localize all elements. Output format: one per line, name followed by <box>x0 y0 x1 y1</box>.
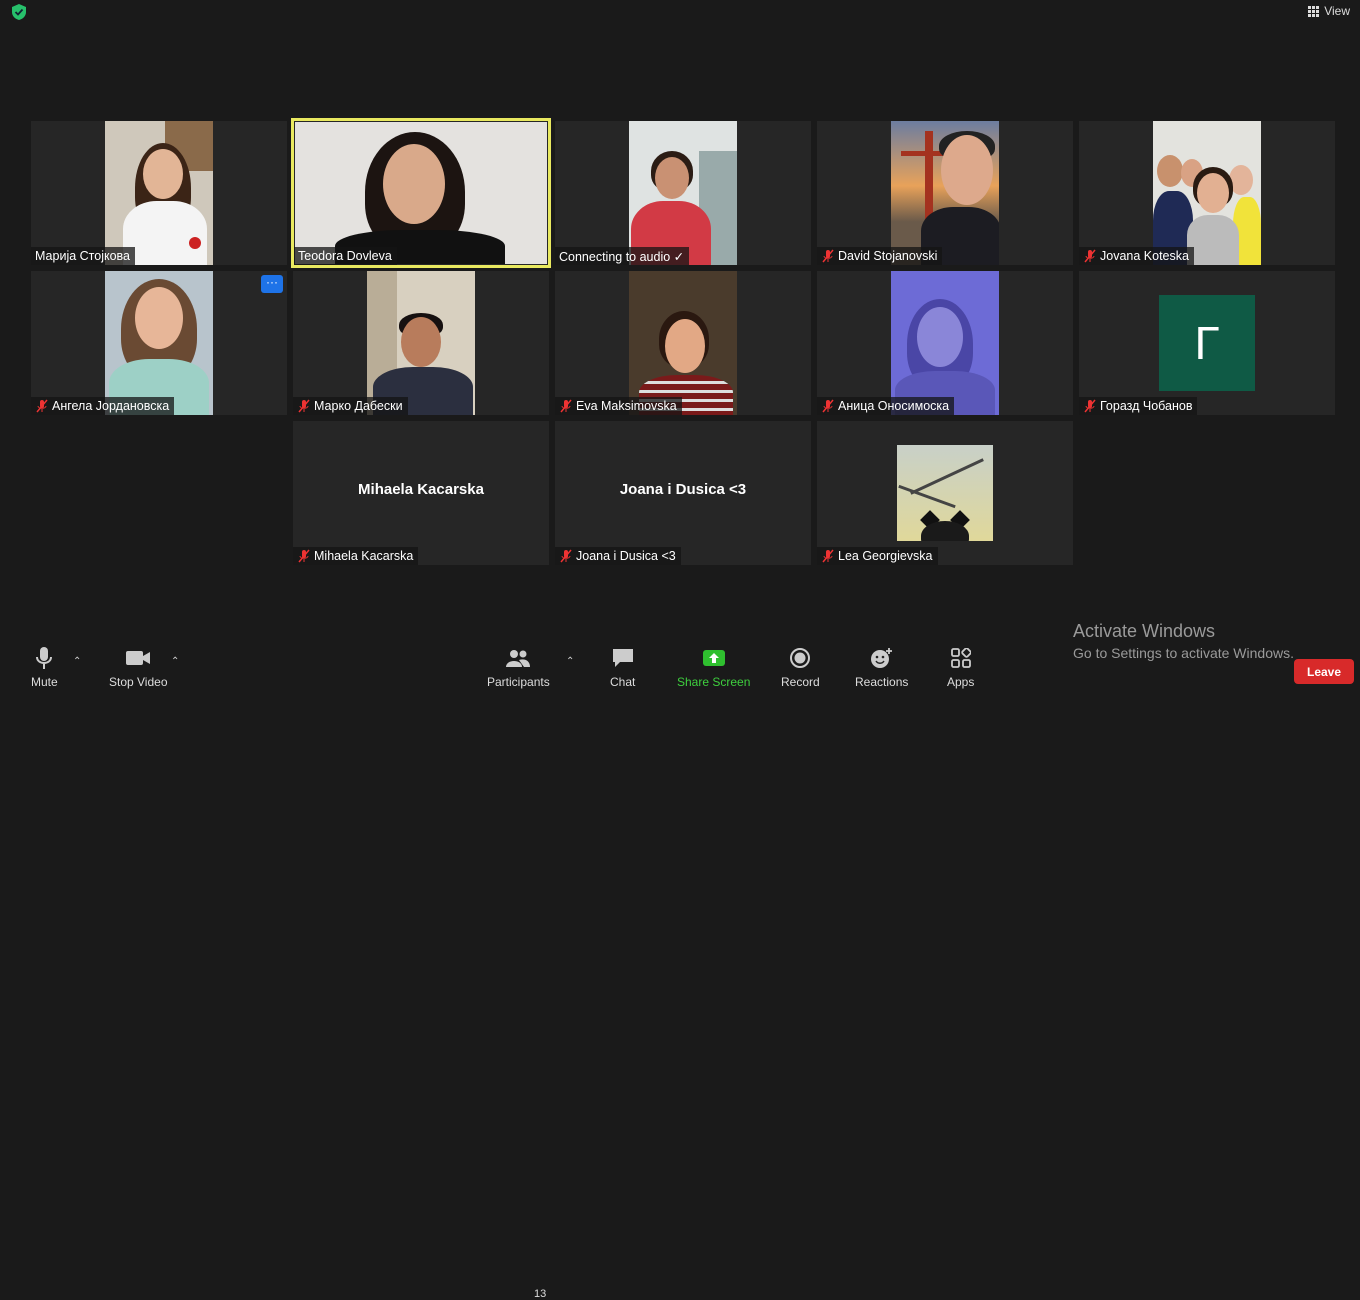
profile-picture <box>897 445 993 541</box>
participant-name: Аница Оносимоска <box>817 397 955 415</box>
participant-video <box>367 271 475 415</box>
record-button[interactable]: Record <box>781 645 820 689</box>
name-only-tile[interactable]: Mihaela Kacarska Mihaela Kacarska <box>293 421 549 565</box>
participant-video <box>629 271 737 415</box>
apps-label: Apps <box>947 675 975 689</box>
video-tile[interactable]: David Stojanovski <box>817 121 1073 265</box>
participant-video <box>891 271 999 415</box>
video-tile[interactable]: ··· Ангела Јордановска <box>31 271 287 415</box>
participant-name: Марија Стојкова <box>31 247 135 265</box>
video-tile[interactable]: Jovana Koteska <box>1079 121 1335 265</box>
muted-mic-icon <box>822 399 834 413</box>
participant-name: Mihaela Kacarska <box>293 547 419 565</box>
share-screen-label: Share Screen <box>677 675 751 689</box>
view-label: View <box>1324 4 1350 18</box>
security-shield-icon[interactable] <box>10 3 28 21</box>
muted-mic-icon <box>1084 399 1096 413</box>
muted-mic-icon <box>36 399 48 413</box>
participant-name: Connecting to audio ✓ <box>555 247 690 265</box>
avatar-tile[interactable]: Lea Georgievska <box>817 421 1073 565</box>
video-tile-active-speaker[interactable]: Teodora Dovleva <box>291 118 551 268</box>
participant-name: Teodora Dovleva <box>294 247 397 265</box>
chat-bubble-icon <box>612 649 633 667</box>
participants-icon <box>506 650 531 667</box>
participant-name: Ангела Јордановска <box>31 397 175 415</box>
smiley-plus-icon <box>870 648 892 668</box>
leave-button[interactable]: Leave <box>1294 659 1354 684</box>
participant-video <box>629 121 737 265</box>
participants-button[interactable]: Participants <box>487 645 550 689</box>
participant-name: Марко Дабески <box>293 397 408 415</box>
share-screen-icon <box>702 650 725 666</box>
reactions-button[interactable]: Reactions <box>855 645 908 689</box>
name-only-tile[interactable]: Joana i Dusica <3 Joana i Dusica <3 <box>555 421 811 565</box>
mute-label: Mute <box>31 675 58 689</box>
video-tile[interactable]: Марко Дабески <box>293 271 549 415</box>
participants-label: Participants <box>487 675 550 689</box>
grid-view-icon <box>1308 5 1320 17</box>
muted-mic-icon <box>298 549 310 563</box>
muted-mic-icon <box>298 399 310 413</box>
apps-grid-icon <box>950 648 971 668</box>
muted-mic-icon <box>560 549 572 563</box>
participant-name: Jovana Koteska <box>1079 247 1194 265</box>
muted-mic-icon <box>822 549 834 563</box>
video-tile[interactable]: Аница Оносимоска <box>817 271 1073 415</box>
participant-name: David Stojanovski <box>817 247 943 265</box>
record-icon <box>790 648 811 668</box>
participant-video <box>1153 121 1261 265</box>
video-tile[interactable]: Марија Стојкова <box>31 121 287 265</box>
participant-name: Joana i Dusica <3 <box>555 547 681 565</box>
video-options-chevron-icon[interactable]: ⌃ <box>171 656 179 667</box>
participant-video <box>105 271 213 415</box>
audio-options-chevron-icon[interactable]: ⌃ <box>73 656 81 667</box>
reactions-label: Reactions <box>855 675 909 689</box>
more-options-button[interactable]: ··· <box>261 275 283 293</box>
chat-button[interactable]: Chat <box>610 645 635 689</box>
muted-mic-icon <box>822 249 834 263</box>
avatar: Г <box>1159 295 1255 391</box>
participant-display-name: Mihaela Kacarska <box>358 481 484 498</box>
microphone-icon <box>36 647 53 669</box>
stop-video-label: Stop Video <box>109 675 168 689</box>
muted-mic-icon <box>1084 249 1096 263</box>
participant-video <box>295 122 547 264</box>
muted-mic-icon <box>560 399 572 413</box>
participant-name: Eva Maksimovska <box>555 397 682 415</box>
participant-video <box>105 121 213 265</box>
participant-video <box>891 121 999 265</box>
record-label: Record <box>781 675 820 689</box>
participant-name: Lea Georgievska <box>817 547 938 565</box>
share-screen-button[interactable]: Share Screen <box>677 645 750 689</box>
mute-button[interactable]: Mute <box>31 645 58 689</box>
avatar-tile[interactable]: Г Горазд Чобанов <box>1079 271 1335 415</box>
video-tile[interactable]: Eva Maksimovska <box>555 271 811 415</box>
video-camera-icon <box>126 651 151 665</box>
video-tile[interactable]: Connecting to audio ✓ <box>555 121 811 265</box>
view-button[interactable]: View <box>1308 4 1350 18</box>
meeting-toolbar: Mute ⌃ Stop Video ⌃ Participants 13 ⌃ Ch… <box>0 637 1360 1300</box>
chat-label: Chat <box>610 675 636 689</box>
participant-display-name: Joana i Dusica <3 <box>619 481 747 498</box>
participant-name: Горазд Чобанов <box>1079 397 1198 415</box>
apps-button[interactable]: Apps <box>947 645 974 689</box>
participants-options-chevron-icon[interactable]: ⌃ <box>566 656 574 667</box>
stop-video-button[interactable]: Stop Video <box>109 645 168 689</box>
participants-count: 13 <box>534 1288 547 1300</box>
